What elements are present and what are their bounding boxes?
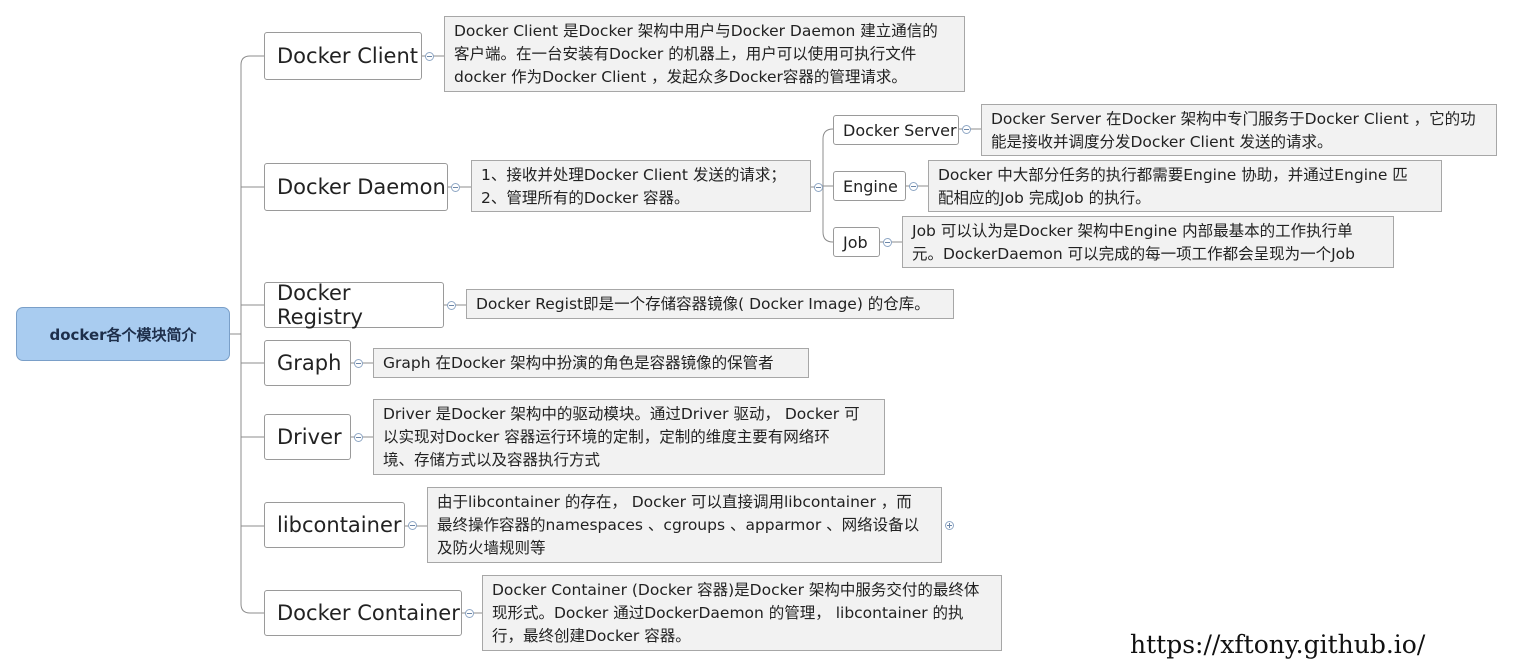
topic-docker-daemon[interactable]: Docker Daemon: [264, 163, 448, 211]
topic-label: Docker Registry: [277, 281, 363, 329]
collapse-toggle-icon[interactable]: [883, 238, 892, 247]
note-line: 2、管理所有的Docker 容器。: [481, 189, 690, 207]
topic-docker-registry[interactable]: Docker Registry: [264, 281, 444, 329]
subtopic-label: Engine: [843, 176, 898, 196]
note-line: 及防火墙规则等: [437, 539, 546, 557]
note-docker-server: Docker Server 在Docker 架构中专门服务于Docker Cli…: [981, 104, 1497, 156]
note-graph: Graph 在Docker 架构中扮演的角色是容器镜像的保管者: [373, 348, 809, 378]
note-line: Graph 在Docker 架构中扮演的角色是容器镜像的保管者: [383, 354, 774, 372]
note-line: docker 作为Docker Client ，发起众多Docker容器的管理请…: [454, 68, 907, 86]
note-line: 客户端。在一台安装有Docker 的机器上，用户可以使用可执行文件: [454, 45, 917, 63]
note-docker-daemon: 1、接收并处理Docker Client 发送的请求； 2、管理所有的Docke…: [471, 160, 811, 212]
subtopic-engine[interactable]: Engine: [833, 171, 906, 201]
topic-docker-client[interactable]: Docker Client: [264, 32, 422, 80]
topic-graph[interactable]: Graph: [264, 340, 351, 386]
topic-label: Driver: [277, 425, 342, 449]
subtopic-label: Job: [843, 232, 868, 252]
note-line: 以实现对Docker 容器运行环境的定制，定制的维度主要有网络环: [383, 428, 830, 446]
topic-docker-container[interactable]: Docker Container: [264, 590, 462, 636]
note-line: 行，最终创建Docker 容器。: [492, 627, 691, 645]
note-line: 现形式。Docker 通过DockerDaemon 的管理， libcontai…: [492, 604, 964, 622]
collapse-toggle-icon[interactable]: [465, 609, 474, 618]
note-line: 配相应的Job 完成Job 的执行。: [938, 189, 1151, 207]
collapse-toggle-icon[interactable]: [354, 433, 363, 442]
topic-label: Docker Daemon: [277, 175, 446, 199]
note-line: 元。DockerDaemon 可以完成的每一项工作都会呈现为一个Job: [912, 245, 1355, 263]
subtopic-docker-server[interactable]: Docker Server: [833, 115, 959, 145]
subtopic-label: Docker Server: [843, 120, 957, 140]
note-line: Docker 中大部分任务的执行都需要Engine 协助，并通过Engine 匹: [938, 166, 1408, 184]
topic-label: Graph: [277, 351, 342, 375]
note-line: Docker Server 在Docker 架构中专门服务于Docker Cli…: [991, 110, 1476, 128]
note-docker-registry: Docker Regist即是一个存储容器镜像( Docker Image) 的…: [466, 289, 954, 319]
subtopic-job[interactable]: Job: [833, 227, 880, 257]
note-job: Job 可以认为是Docker 架构中Engine 内部最基本的工作执行单 元。…: [902, 216, 1394, 268]
note-line: 境、存储方式以及容器执行方式: [383, 451, 601, 469]
topic-label: libcontainer: [277, 513, 402, 537]
note-line: 最终操作容器的namespaces 、cgroups 、apparmor 、网络…: [437, 516, 920, 534]
note-driver: Driver 是Docker 架构中的驱动模块。通过Driver 驱动， Doc…: [373, 399, 885, 475]
topic-libcontainer[interactable]: libcontainer: [264, 502, 405, 548]
note-line: Docker Client 是Docker 架构中用户与Docker Daemo…: [454, 22, 938, 40]
note-line: Docker Container (Docker 容器)是Docker 架构中服…: [492, 581, 980, 599]
collapse-toggle-icon[interactable]: [909, 182, 918, 191]
topic-label: Docker Client: [277, 44, 419, 68]
collapse-toggle-icon[interactable]: [814, 183, 823, 192]
note-line: Job 可以认为是Docker 架构中Engine 内部最基本的工作执行单: [912, 222, 1353, 240]
topic-label: Docker Container: [277, 601, 460, 625]
root-label: docker各个模块简介: [49, 325, 197, 344]
collapse-toggle-icon[interactable]: [451, 183, 460, 192]
note-line: Docker Regist即是一个存储容器镜像( Docker Image) 的…: [476, 295, 930, 313]
collapse-toggle-icon[interactable]: [425, 52, 434, 61]
note-line: 由于libcontainer 的存在， Docker 可以直接调用libcont…: [437, 493, 912, 511]
topic-driver[interactable]: Driver: [264, 414, 351, 460]
collapse-toggle-icon[interactable]: [962, 125, 971, 134]
note-line: Driver 是Docker 架构中的驱动模块。通过Driver 驱动， Doc…: [383, 405, 860, 423]
note-docker-client: Docker Client 是Docker 架构中用户与Docker Daemo…: [444, 16, 965, 92]
collapse-toggle-icon[interactable]: [354, 359, 363, 368]
expand-toggle-icon[interactable]: [945, 521, 954, 530]
note-libcontainer: 由于libcontainer 的存在， Docker 可以直接调用libcont…: [427, 487, 942, 563]
note-engine: Docker 中大部分任务的执行都需要Engine 协助，并通过Engine 匹…: [928, 160, 1442, 212]
note-line: 1、接收并处理Docker Client 发送的请求；: [481, 166, 786, 184]
root-topic[interactable]: docker各个模块简介: [16, 307, 230, 361]
collapse-toggle-icon[interactable]: [447, 301, 456, 310]
note-docker-container: Docker Container (Docker 容器)是Docker 架构中服…: [482, 575, 1002, 651]
note-line: 能是接收并调度分发Docker Client 发送的请求。: [991, 133, 1333, 151]
watermark-url: https://xftony.github.io/: [1130, 630, 1426, 659]
collapse-toggle-icon[interactable]: [408, 521, 417, 530]
